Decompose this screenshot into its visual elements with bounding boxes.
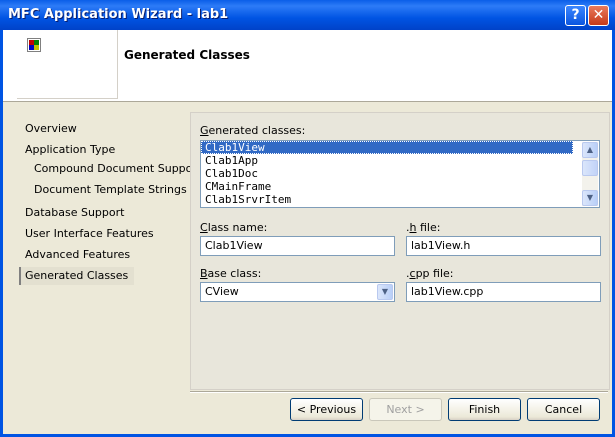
nav-item-advanced-features[interactable]: Advanced Features (25, 248, 130, 261)
nav-item-application-type[interactable]: Application Type (25, 143, 115, 156)
wizard-header: Generated Classes (3, 30, 612, 102)
base-class-select[interactable]: CView ▼ (200, 282, 395, 302)
finish-button[interactable]: Finish (448, 398, 521, 421)
list-item-clab1doc[interactable]: Clab1Doc (201, 167, 573, 180)
chevron-down-icon[interactable]: ▼ (377, 284, 393, 300)
cpp-file-label: .cpp file: (406, 267, 454, 280)
next-button[interactable]: Next > (369, 398, 442, 421)
generated-classes-list[interactable]: Clab1View Clab1App Clab1Doc CMainFrame C… (200, 140, 600, 208)
wizard-image (17, 30, 118, 99)
h-file-input[interactable]: lab1View.h (406, 236, 601, 256)
h-file-label: .h file: (406, 221, 441, 234)
cpp-file-input[interactable]: lab1View.cpp (406, 282, 601, 302)
scroll-down-icon[interactable]: ▼ (582, 190, 598, 206)
nav-item-overview[interactable]: Overview (25, 122, 77, 135)
nav-item-document-template-strings[interactable]: Document Template Strings (34, 183, 187, 196)
page-heading: Generated Classes (124, 48, 250, 62)
button-separator (190, 391, 608, 393)
help-icon[interactable]: ? (565, 5, 586, 26)
list-item-clab1srvritem[interactable]: Clab1SrvrItem (201, 193, 573, 206)
list-item-cmainframe[interactable]: CMainFrame (201, 180, 573, 193)
nav-item-compound-document-support[interactable]: Compound Document Support (34, 162, 201, 175)
window-title: MFC Application Wizard - lab1 (8, 7, 229, 22)
scroll-thumb[interactable] (582, 160, 598, 176)
nav-item-database-support[interactable]: Database Support (25, 206, 124, 219)
scroll-up-icon[interactable]: ▲ (582, 142, 598, 158)
cancel-button[interactable]: Cancel (527, 398, 600, 421)
list-scrollbar[interactable]: ▲ ▼ (582, 142, 598, 206)
nav-item-generated-classes[interactable]: Generated Classes (19, 267, 135, 285)
class-name-input[interactable]: Clab1View (200, 236, 395, 256)
base-class-value: CView (205, 285, 239, 298)
nav-item-user-interface-features[interactable]: User Interface Features (25, 227, 154, 240)
list-item-clab1view[interactable]: Clab1View (201, 141, 573, 154)
previous-button[interactable]: < Previous (290, 398, 363, 421)
base-class-label: Base class: (200, 267, 262, 280)
close-icon[interactable]: ✕ (588, 5, 609, 26)
class-name-label: Class name: (200, 221, 268, 234)
generated-classes-label: Generated classes: (200, 124, 306, 137)
wizard-window: MFC Application Wizard - lab1 ? ✕ Genera… (0, 0, 615, 437)
mfc-app-icon (27, 38, 41, 52)
title-bar[interactable]: MFC Application Wizard - lab1 ? ✕ (0, 0, 615, 30)
list-item-clab1app[interactable]: Clab1App (201, 154, 573, 167)
